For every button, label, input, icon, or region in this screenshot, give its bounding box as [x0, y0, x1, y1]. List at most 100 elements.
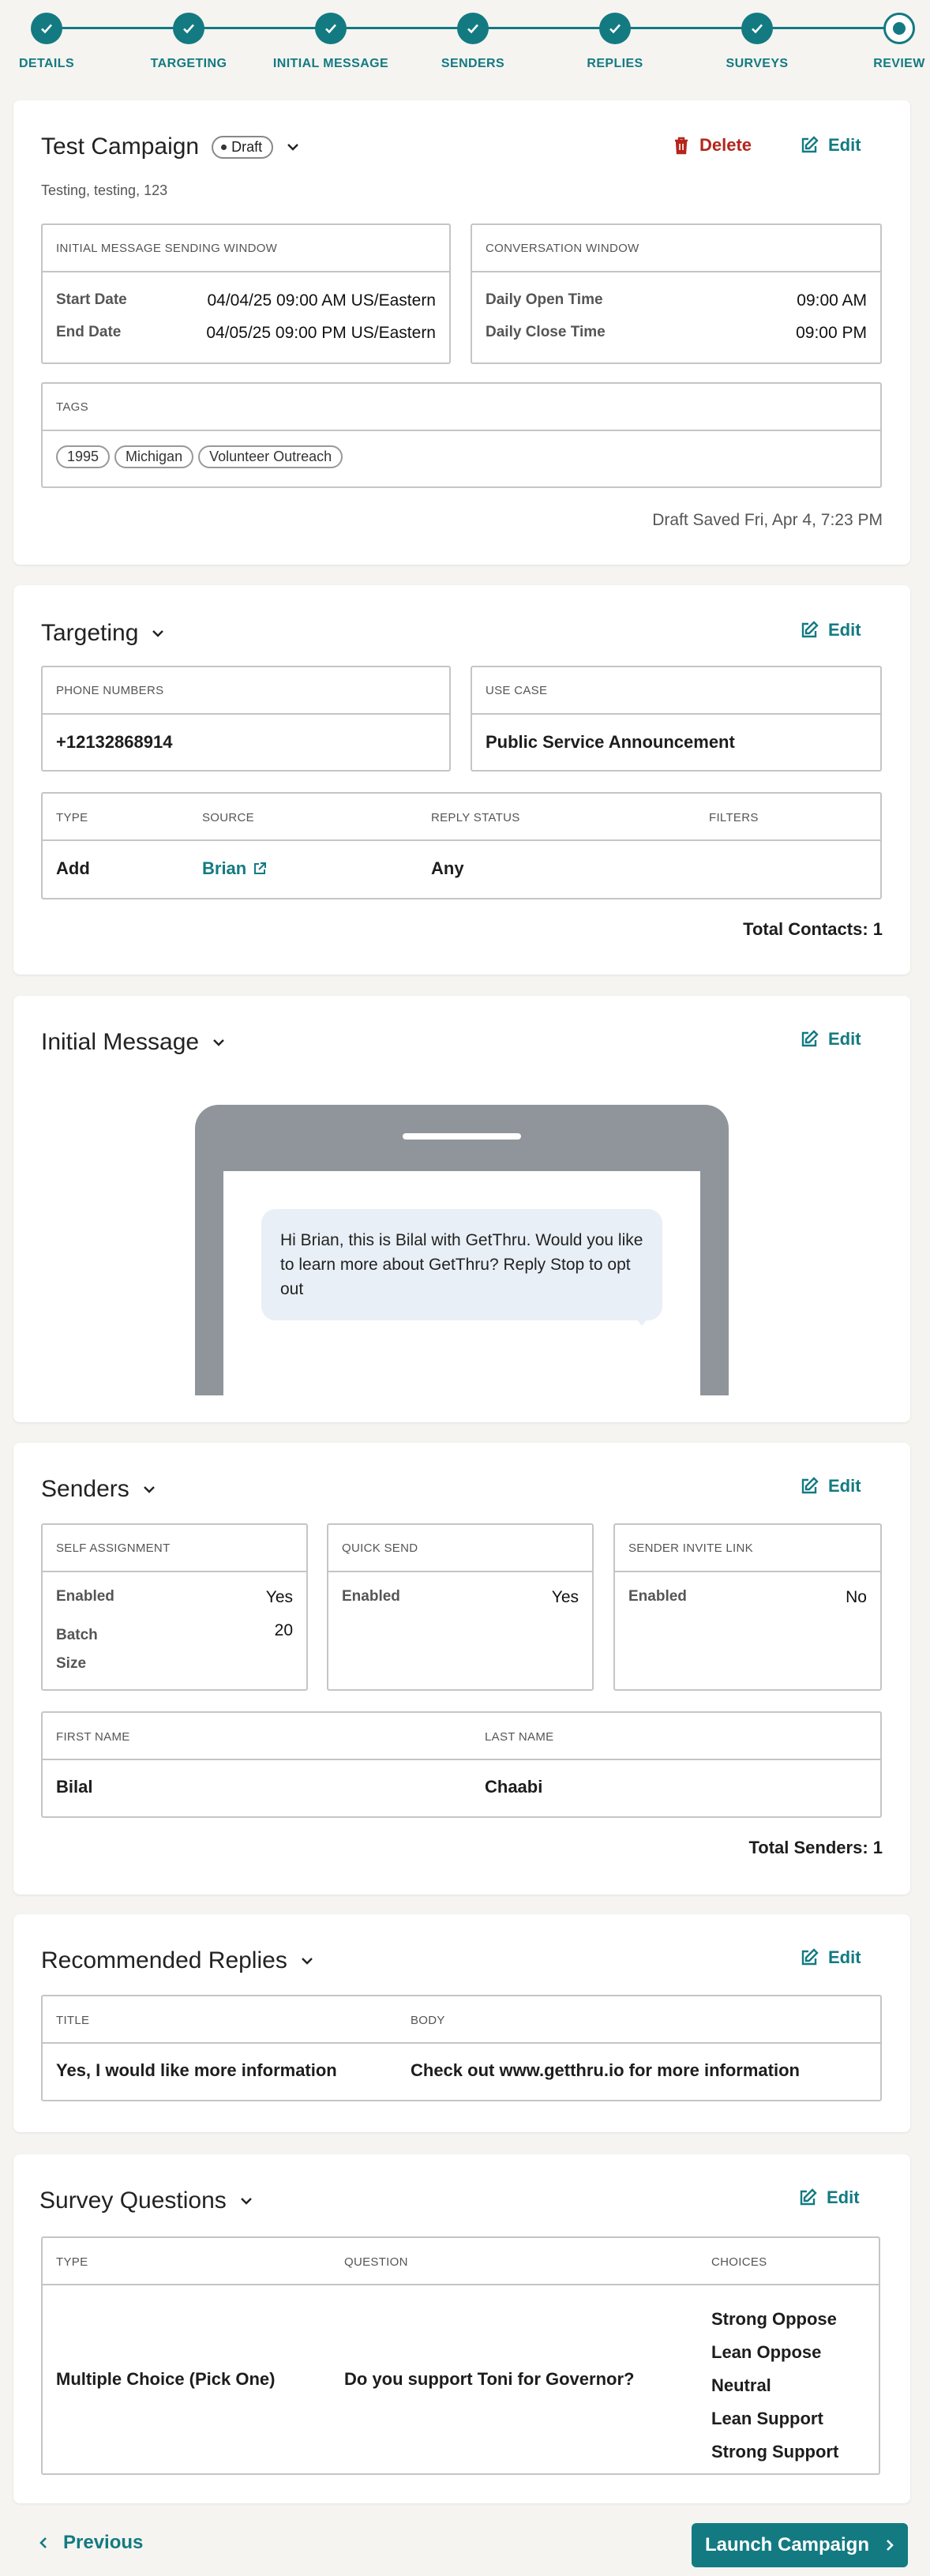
step-label: REPLIES — [587, 57, 643, 70]
audience-table: TYPE SOURCE REPLY STATUS FILTERS Add Bri… — [41, 792, 882, 899]
edit-surveys-button[interactable]: Edit — [798, 2187, 860, 2208]
column-header: BODY — [411, 2014, 445, 2027]
section-title: Survey Questions — [39, 2187, 227, 2214]
survey-questions-card: Survey Questions Edit TYPE QUESTION CHOI… — [13, 2154, 910, 2503]
progress-stepper: DETAILS TARGETING INITIAL MESSAGE SENDER… — [0, 0, 930, 83]
conversation-window-box: CONVERSATION WINDOW Daily Open Time 09:00… — [471, 223, 882, 364]
senders-card: Senders Edit SELF ASSIGNMENT Enabled Yes … — [13, 1443, 910, 1894]
step-review[interactable]: REVIEW — [840, 13, 930, 71]
edit-icon — [801, 621, 819, 638]
column-header: REPLY STATUS — [431, 811, 520, 824]
edit-icon — [801, 1030, 819, 1047]
initial-message-card: Initial Message Edit Hi Brian, this is B… — [13, 996, 910, 1422]
edit-targeting-button[interactable]: Edit — [800, 620, 861, 640]
senders-table: FIRST NAME LAST NAME Bilal Chaabi — [41, 1711, 882, 1818]
step-replies[interactable]: REPLIES — [556, 13, 674, 71]
phone-number-value: +12132868914 — [56, 732, 173, 752]
launch-campaign-button[interactable]: Launch Campaign — [692, 2523, 908, 2567]
phone-speaker — [403, 1133, 521, 1140]
chevron-left-icon — [39, 2537, 47, 2548]
check-icon — [457, 13, 489, 44]
type-cell: Add — [56, 858, 90, 878]
section-title: Senders — [41, 1476, 129, 1502]
use-case-box: USE CASE Public Service Announcement — [471, 666, 882, 772]
message-bubble: Hi Brian, this is Bilal with GetThru. Wo… — [261, 1209, 662, 1320]
last-name-cell: Chaabi — [485, 1777, 543, 1797]
source-link[interactable]: Brian — [202, 858, 267, 879]
choice-item: Lean Oppose — [711, 2342, 822, 2362]
enabled-label: Enabled — [628, 1588, 687, 1605]
check-icon — [315, 13, 347, 44]
column-header: CHOICES — [711, 2255, 767, 2269]
table-header-row: FIRST NAME LAST NAME — [43, 1713, 880, 1760]
chevron-down-icon[interactable] — [210, 1034, 227, 1051]
quick-send-header: QUICK SEND — [328, 1525, 592, 1572]
total-contacts: Total Contacts: 1 — [743, 919, 883, 939]
previous-button[interactable]: Previous — [38, 2532, 143, 2554]
self-assignment-header: SELF ASSIGNMENT — [43, 1525, 306, 1572]
delete-button[interactable]: Delete — [673, 135, 752, 156]
external-link-icon — [254, 862, 267, 874]
enabled-value: Yes — [265, 1588, 293, 1606]
section-title: Initial Message — [41, 1029, 200, 1055]
total-senders: Total Senders: 1 — [748, 1838, 883, 1857]
reply-status-cell: Any — [431, 858, 464, 878]
edit-replies-button[interactable]: Edit — [800, 1947, 861, 1968]
phone-numbers-header: PHONE NUMBERS — [43, 667, 449, 715]
sending-window-box: INITIAL MESSAGE SENDING WINDOW Start Dat… — [41, 223, 451, 364]
edit-details-button[interactable]: Edit — [800, 135, 861, 156]
batch-size-value: 20 — [274, 1621, 293, 1639]
step-targeting[interactable]: TARGETING — [129, 13, 248, 71]
tag-chip: 1995 — [56, 445, 111, 468]
choice-item: Strong Oppose — [711, 2309, 837, 2329]
table-header-row: TYPE SOURCE REPLY STATUS FILTERS — [43, 794, 880, 841]
step-senders[interactable]: SENDERS — [414, 13, 532, 71]
step-label: DETAILS — [18, 57, 75, 70]
choices-list: Strong Oppose Lean Oppose Neutral Lean S… — [711, 2303, 838, 2469]
tags-header: TAGS — [43, 384, 880, 431]
self-assignment-box: SELF ASSIGNMENT Enabled Yes Batch Size 20 — [41, 1523, 308, 1691]
start-date-value: 04/04/25 09:00 AM US/Eastern — [207, 291, 436, 310]
use-case-value: Public Service Announcement — [486, 732, 735, 752]
column-header: SOURCE — [202, 811, 254, 824]
open-time-value: 09:00 AM — [797, 291, 867, 310]
chevron-down-icon[interactable] — [298, 1952, 316, 1970]
chevron-right-icon — [887, 2540, 894, 2551]
quick-send-box: QUICK SEND Enabled Yes — [327, 1523, 594, 1691]
choice-item: Strong Support — [711, 2442, 839, 2461]
phone-screen: Hi Brian, this is Bilal with GetThru. Wo… — [223, 1171, 700, 1395]
question-text-cell: Do you support Toni for Governor? — [344, 2369, 635, 2389]
column-header: FILTERS — [709, 811, 759, 824]
column-header: QUESTION — [344, 2255, 408, 2269]
chevron-down-icon[interactable] — [238, 2192, 255, 2210]
edit-senders-button[interactable]: Edit — [800, 1476, 861, 1496]
check-icon — [599, 13, 631, 44]
targeting-card: Targeting Edit PHONE NUMBERS +1213286891… — [13, 585, 910, 974]
step-surveys[interactable]: SURVEYS — [698, 13, 816, 71]
end-date-label: End Date — [56, 324, 122, 340]
edit-icon — [801, 1948, 819, 1966]
tags-box: TAGS 1995 Michigan Volunteer Outreach — [41, 382, 882, 488]
sending-window-header: INITIAL MESSAGE SENDING WINDOW — [43, 225, 449, 272]
batch-size-label: Batch Size — [56, 1627, 98, 1672]
question-type-cell: Multiple Choice (Pick One) — [56, 2369, 276, 2389]
check-icon — [173, 13, 204, 44]
chevron-down-icon[interactable] — [149, 625, 167, 642]
chevron-down-icon[interactable] — [284, 138, 302, 156]
choice-item: Lean Support — [711, 2409, 823, 2428]
use-case-header: USE CASE — [472, 667, 880, 715]
sender-invite-link-box: SENDER INVITE LINK Enabled No — [613, 1523, 882, 1691]
replies-table: TITLE BODY Yes, I would like more inform… — [41, 1995, 882, 2101]
step-details[interactable]: DETAILS — [0, 13, 106, 71]
enabled-value: No — [846, 1588, 867, 1606]
step-label: SURVEYS — [726, 57, 789, 70]
bubble-tail — [631, 1312, 653, 1326]
tag-chip: Volunteer Outreach — [198, 445, 343, 468]
conversation-window-header: CONVERSATION WINDOW — [472, 225, 880, 272]
chevron-down-icon[interactable] — [141, 1481, 158, 1498]
close-time-value: 09:00 PM — [796, 324, 867, 342]
campaign-description: Testing, testing, 123 — [41, 182, 168, 198]
edit-message-button[interactable]: Edit — [800, 1029, 861, 1050]
step-initial-message[interactable]: INITIAL MESSAGE — [272, 13, 390, 71]
draft-saved-text: Draft Saved Fri, Apr 4, 7:23 PM — [652, 511, 883, 529]
